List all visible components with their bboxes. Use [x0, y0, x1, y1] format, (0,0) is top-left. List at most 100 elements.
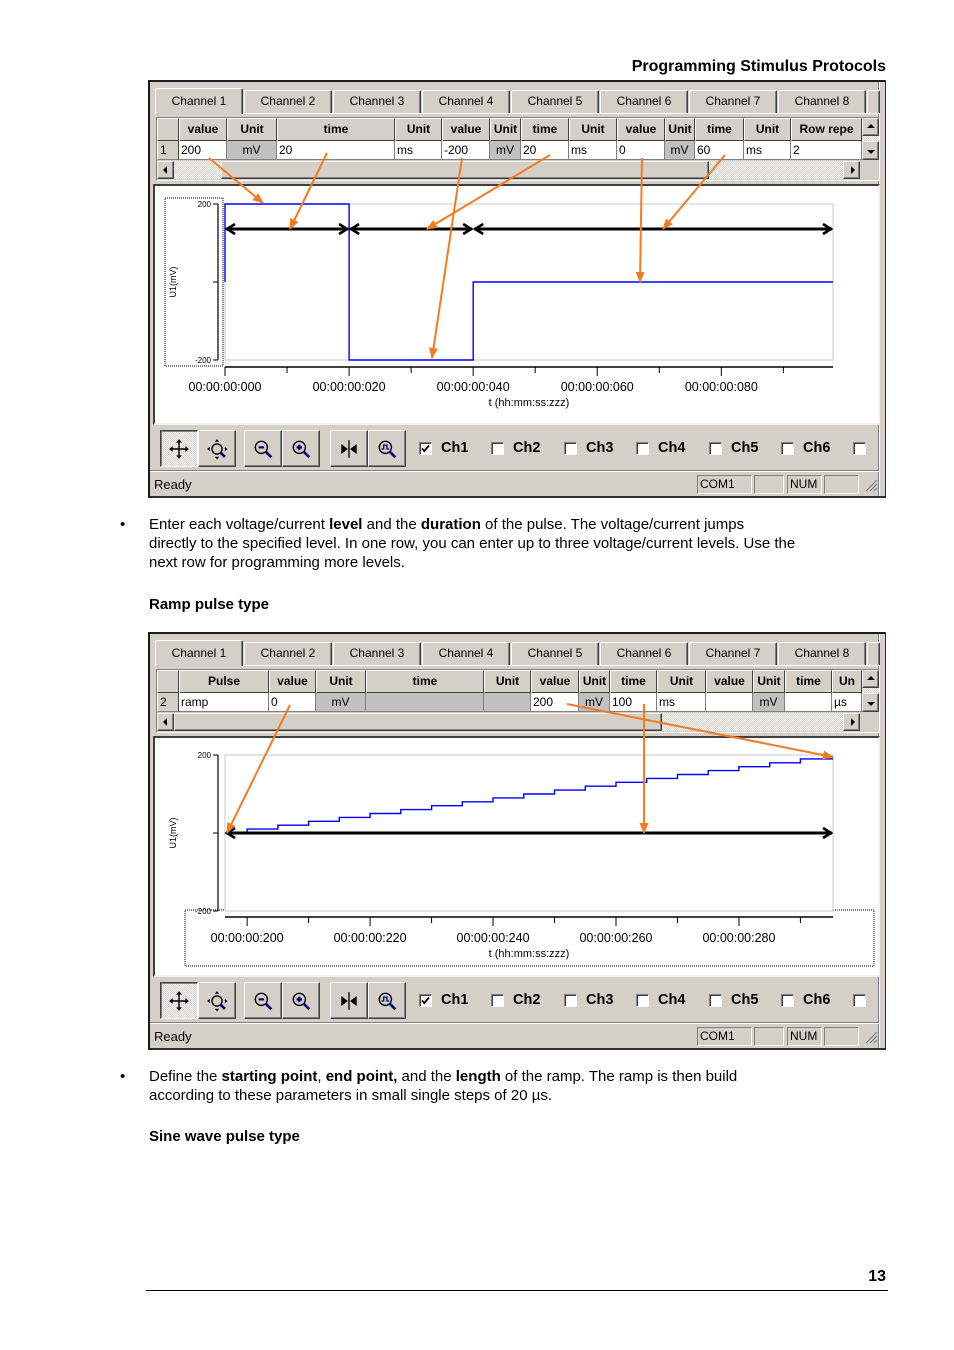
grid-cell[interactable]: 60 [695, 141, 744, 160]
tab-channel-4[interactable]: Channel 4 [422, 90, 510, 113]
column-header[interactable]: Row repe [791, 118, 862, 141]
signal-chart[interactable]: 200 -200 U1(mV) 00:00:00:000 00:00:00:020 00:… [153, 184, 880, 425]
grid-cell[interactable] [366, 693, 484, 712]
row-header[interactable]: 2 [157, 693, 179, 712]
channel-checkbox-5[interactable] [709, 442, 722, 455]
channel-checkbox-6[interactable] [781, 994, 794, 1007]
tab-channel-7[interactable]: Channel 7 [689, 642, 777, 665]
channel-label-1[interactable]: Ch1 [441, 991, 468, 1009]
grid-cell[interactable]: mV [316, 693, 366, 712]
column-header[interactable]: time [366, 670, 484, 693]
channel-checkbox-7[interactable] [853, 994, 866, 1007]
zoom-in-button[interactable] [282, 430, 320, 467]
grid-cell[interactable]: mV [579, 693, 610, 712]
channel-label-2[interactable]: Ch2 [513, 439, 540, 457]
grid-cell[interactable] [706, 693, 753, 712]
column-header[interactable]: time [521, 118, 569, 141]
column-header[interactable]: value [706, 670, 753, 693]
marker-button[interactable] [330, 430, 368, 467]
grid-cell[interactable]: 200 [179, 141, 227, 160]
grid-cell[interactable]: 100 [610, 693, 657, 712]
grid-cell[interactable]: ms [744, 141, 791, 160]
scroll-left-button[interactable] [157, 713, 174, 731]
scroll-down-button[interactable] [862, 693, 879, 712]
column-header[interactable]: Unit [665, 118, 695, 141]
column-header[interactable]: Unit [395, 118, 442, 141]
channel-checkbox-5[interactable] [709, 994, 722, 1007]
column-header[interactable]: time [785, 670, 832, 693]
channel-checkbox-1[interactable] [419, 442, 432, 455]
grid-cell[interactable]: ms [395, 141, 442, 160]
grid-cell[interactable] [484, 693, 531, 712]
channel-label-5[interactable]: Ch5 [731, 439, 758, 457]
channel-checkbox-4[interactable] [636, 994, 649, 1007]
tab-channel-4[interactable]: Channel 4 [422, 642, 510, 665]
grid-cell[interactable]: ms [657, 693, 706, 712]
tab-channel-8[interactable]: Channel 8 [778, 642, 866, 665]
grid-cell[interactable]: 20 [521, 141, 569, 160]
scroll-down-button[interactable] [862, 141, 879, 160]
grid-cell[interactable]: -200 [442, 141, 490, 160]
zoom-fit-button[interactable] [198, 982, 236, 1019]
grid-cell[interactable]: 0 [617, 141, 665, 160]
column-header[interactable]: Unit [569, 118, 617, 141]
tab-channel-1[interactable]: Channel 1 [155, 640, 243, 666]
tab-channel-3[interactable]: Channel 3 [333, 90, 421, 113]
tab-channel-3[interactable]: Channel 3 [333, 642, 421, 665]
column-header[interactable]: value [269, 670, 316, 693]
column-header[interactable]: Pulse [179, 670, 269, 693]
column-header[interactable]: Unit [490, 118, 521, 141]
tab-channel-5[interactable]: Channel 5 [511, 90, 599, 113]
channel-label-4[interactable]: Ch4 [658, 991, 685, 1009]
channel-label-1[interactable]: Ch1 [441, 439, 468, 457]
channel-label-3[interactable]: Ch3 [586, 439, 613, 457]
grid-cell[interactable]: 200 [531, 693, 579, 712]
channel-label-2[interactable]: Ch2 [513, 991, 540, 1009]
channel-checkbox-2[interactable] [491, 442, 504, 455]
channel-label-4[interactable]: Ch4 [658, 439, 685, 457]
column-header[interactable]: value [179, 118, 227, 141]
signal-zoom-button[interactable] [368, 982, 406, 1019]
chart-pane[interactable]: 200 -200 U1(mV) 00:00:00:000 00:00:00:020 00:… [153, 184, 880, 425]
grid-cell[interactable]: µs [832, 693, 862, 712]
zoom-in-button[interactable] [282, 982, 320, 1019]
tab-channel-2[interactable]: Channel 2 [244, 642, 332, 665]
tab-channel-6[interactable]: Channel 6 [600, 642, 688, 665]
zoom-out-button[interactable] [244, 430, 282, 467]
channel-checkbox-2[interactable] [491, 994, 504, 1007]
chart-pane[interactable]: 200 -200 U1(mV) 00:00:00:200 00:00:00:220 00:… [153, 736, 880, 977]
scroll-up-button[interactable] [862, 118, 879, 136]
grid-cell[interactable]: mV [665, 141, 695, 160]
grid-cell[interactable]: mV [490, 141, 521, 160]
scroll-left-button[interactable] [157, 161, 174, 179]
column-header[interactable]: Unit [227, 118, 277, 141]
column-header[interactable]: Unit [484, 670, 531, 693]
column-header[interactable]: Unit [744, 118, 791, 141]
channel-label-6[interactable]: Ch6 [803, 439, 830, 457]
horizontal-scroll-thumb[interactable] [220, 161, 710, 179]
tab-channel-2[interactable]: Channel 2 [244, 90, 332, 113]
zoom-fit-button[interactable] [198, 430, 236, 467]
tab-channel-6[interactable]: Channel 6 [600, 90, 688, 113]
channel-checkbox-3[interactable] [564, 442, 577, 455]
scroll-right-button[interactable] [843, 161, 860, 179]
channel-label-6[interactable]: Ch6 [803, 991, 830, 1009]
row-header[interactable]: 1 [157, 141, 179, 160]
tab-channel-1[interactable]: Channel 1 [155, 88, 243, 114]
channel-label-5[interactable]: Ch5 [731, 991, 758, 1009]
signal-chart[interactable]: 200 -200 U1(mV) 00:00:00:200 00:00:00:220 00:… [153, 736, 880, 977]
column-header[interactable]: time [610, 670, 657, 693]
signal-zoom-button[interactable] [368, 430, 406, 467]
column-header[interactable]: Unit [579, 670, 610, 693]
zoom-out-button[interactable] [244, 982, 282, 1019]
grid-cell[interactable]: 20 [277, 141, 395, 160]
channel-checkbox-7[interactable] [853, 442, 866, 455]
column-header[interactable]: Unit [657, 670, 706, 693]
channel-checkbox-4[interactable] [636, 442, 649, 455]
grid-cell[interactable]: 0 [269, 693, 316, 712]
grid-cell[interactable]: mV [753, 693, 785, 712]
column-header[interactable]: Un [832, 670, 862, 693]
marker-button[interactable] [330, 982, 368, 1019]
grid-cell[interactable]: ms [569, 141, 617, 160]
scroll-up-button[interactable] [862, 670, 879, 688]
